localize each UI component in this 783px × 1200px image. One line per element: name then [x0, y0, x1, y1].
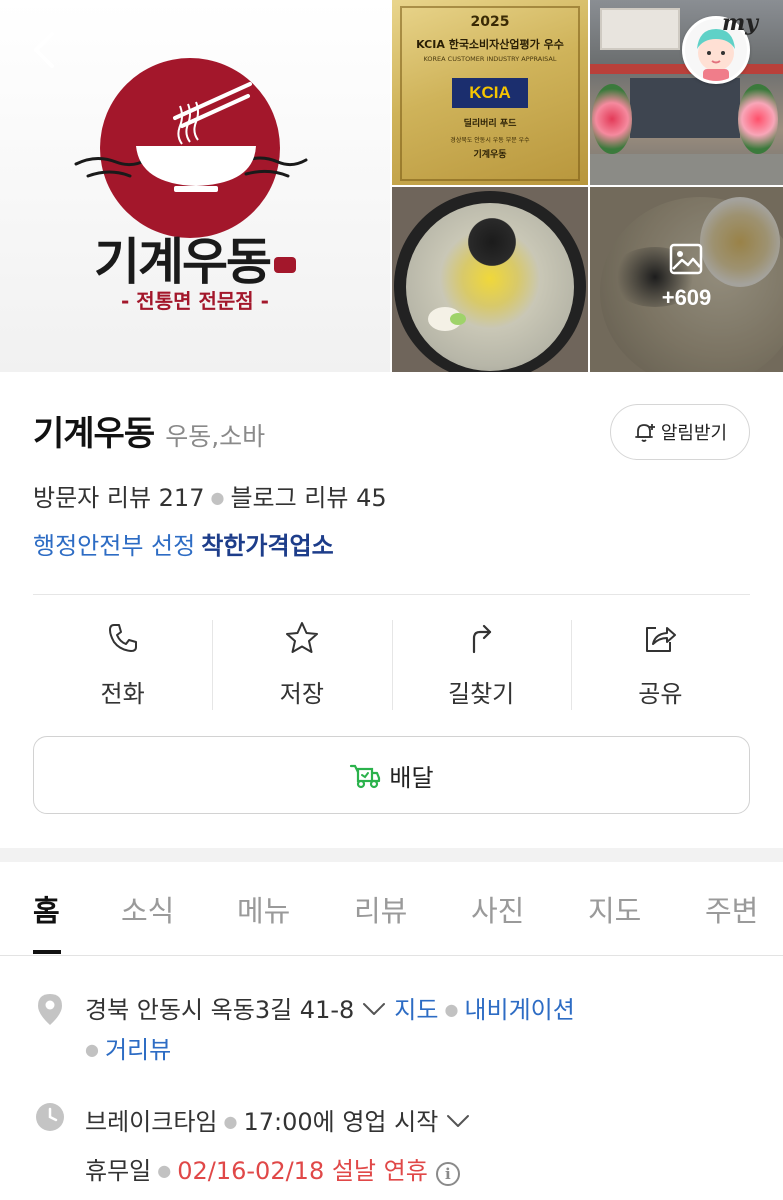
certificate-subtitle: KOREA CUSTOMER INDUSTRY APPRAISAL	[423, 55, 557, 63]
tab-reviews[interactable]: 리뷰	[354, 888, 407, 930]
separator-dot: ●	[223, 1112, 238, 1131]
tab-bar: 홈 소식 메뉴 리뷰 사진 지도 주변	[0, 862, 783, 956]
action-bar: 전화 저장 길찾기 공유	[33, 618, 750, 710]
divider	[33, 594, 750, 595]
certificate-photo[interactable]: 2025 KCIA 한국소비자산업평가 우수 KOREA CUSTOMER IN…	[392, 0, 588, 185]
location-pin-icon	[38, 994, 62, 1025]
place-category: 우동,소바	[165, 422, 266, 451]
certificate-category: 경상북도 안동시 우동 부문 우수	[450, 137, 530, 144]
tab-nearby[interactable]: 주변	[705, 888, 758, 930]
info-icon[interactable]: i	[435, 1162, 460, 1186]
more-photos-tile[interactable]: +609	[590, 187, 783, 372]
alert-label: 알림받기	[660, 423, 728, 444]
call-button[interactable]: 전화	[33, 618, 212, 710]
directions-icon	[473, 624, 492, 654]
kcia-logo: KCIA	[452, 78, 528, 108]
delivery-icon	[350, 764, 381, 789]
certificate-year: 2025	[470, 14, 510, 30]
active-tab-indicator	[33, 950, 61, 954]
seaweed-topping	[462, 217, 522, 267]
logo-bowl-graphic	[74, 82, 308, 192]
tab-menu[interactable]: 메뉴	[237, 888, 290, 930]
photo-gallery-icon	[669, 243, 703, 275]
review-summary: 방문자 리뷰 217 ● 블로그 리뷰 45	[33, 478, 387, 513]
good-price-badge[interactable]: 행정안전부 선정 착한가격업소	[33, 526, 334, 561]
directions-button[interactable]: 길찾기	[391, 618, 571, 710]
place-name: 기계우동	[33, 414, 155, 454]
badge-prefix: 행정안전부 선정	[33, 532, 196, 560]
separator-dot: ●	[444, 1000, 459, 1019]
hours-status: 브레이크타임	[85, 1108, 218, 1136]
logo-seal-icon	[274, 257, 296, 273]
closed-label: 휴무일	[85, 1157, 152, 1185]
address-text: 경북 안동시 옥동3길 41-8	[85, 996, 355, 1024]
business-hours-row[interactable]: 브레이크타임 ● 17:00에 영업 시작	[85, 1102, 478, 1137]
streetview-row: ● 거리뷰	[85, 1030, 171, 1065]
certificate-org: 딜리버리 푸드	[463, 119, 517, 129]
photo-gallery[interactable]: 기계우동 - 전통면 전문점 - 2025 KCIA 한국소비자산업평가 우수 …	[0, 0, 783, 372]
flower-wreath-left	[592, 84, 632, 154]
save-label: 저장	[279, 680, 324, 708]
tab-photos[interactable]: 사진	[471, 888, 524, 930]
hours-detail: 17:00에 영업 시작	[243, 1108, 439, 1136]
closed-days-row: 휴무일 ● 02/16-02/18 설날 연휴 i	[85, 1151, 460, 1186]
scallion-slice	[450, 313, 466, 325]
blog-reviews-link[interactable]: 블로그 리뷰 45	[230, 484, 386, 512]
store-window	[630, 78, 740, 138]
alert-subscribe-button[interactable]: 알림받기	[610, 404, 750, 460]
logo-name: 기계우동	[0, 222, 390, 294]
phone-icon	[108, 624, 137, 652]
back-arrow-icon[interactable]	[28, 26, 64, 74]
delivery-button[interactable]: 배달	[33, 736, 750, 814]
more-overlay	[590, 187, 783, 372]
tab-map[interactable]: 지도	[588, 888, 641, 930]
directions-label: 길찾기	[448, 680, 515, 708]
closed-detail: 02/16-02/18 설날 연휴	[177, 1157, 428, 1185]
share-button[interactable]: 공유	[570, 618, 750, 710]
bell-plus-icon	[634, 424, 655, 442]
my-badge-label: my	[722, 10, 759, 36]
certificate-name: 기계우동	[473, 150, 507, 160]
more-photos-count: +609	[661, 285, 712, 310]
badge-title: 착한가격업소	[201, 532, 334, 560]
section-gap	[0, 848, 783, 862]
streetview-link[interactable]: 거리뷰	[105, 1036, 171, 1064]
store-sidewalk	[590, 154, 783, 185]
visitor-reviews-link[interactable]: 방문자 리뷰 217	[33, 484, 204, 512]
flower-wreath-right	[738, 84, 778, 154]
chevron-down-icon[interactable]	[362, 1002, 386, 1016]
call-label: 전화	[100, 680, 145, 708]
map-link[interactable]: 지도	[394, 996, 438, 1024]
tab-home[interactable]: 홈	[33, 888, 60, 930]
star-icon	[285, 622, 318, 653]
navigation-link[interactable]: 내비게이션	[464, 996, 574, 1024]
tab-news[interactable]: 소식	[121, 888, 174, 930]
chevron-down-icon[interactable]	[446, 1114, 470, 1128]
logo-subtitle: - 전통면 전문점 -	[121, 289, 269, 313]
share-label: 공유	[638, 680, 683, 708]
save-button[interactable]: 저장	[212, 618, 391, 710]
share-icon	[646, 627, 677, 652]
separator-dot: ●	[210, 488, 225, 507]
store-sign	[600, 8, 680, 50]
certificate-title: KCIA 한국소비자산업평가 우수	[416, 38, 564, 51]
separator-dot: ●	[85, 1040, 99, 1059]
place-title-row: 기계우동 우동,소바	[33, 406, 265, 455]
address-row: 경북 안동시 옥동3길 41-8 지도 ● 내비게이션	[85, 990, 575, 1025]
food-photo[interactable]	[392, 187, 588, 372]
delivery-label: 배달	[389, 763, 434, 792]
main-photo[interactable]: 기계우동 - 전통면 전문점 -	[0, 0, 390, 372]
clock-icon	[36, 1103, 64, 1131]
separator-dot: ●	[157, 1161, 172, 1180]
